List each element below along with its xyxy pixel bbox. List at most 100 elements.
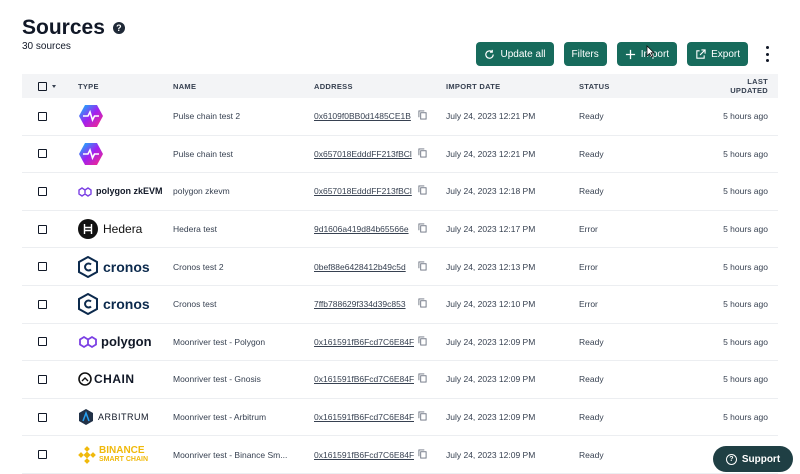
name-cell: Cronos test: [173, 299, 217, 310]
row-checkbox[interactable]: [38, 111, 47, 121]
polygon-logo: polygon: [78, 328, 173, 356]
address-link[interactable]: 0x161591fB6Fcd7C6E84F: [314, 374, 414, 384]
row-checkbox[interactable]: [38, 186, 47, 196]
import-date-cell: July 24, 2023 12:09 PM: [446, 412, 536, 423]
page-title: Sources ?: [22, 16, 125, 40]
gnosis-chain-logo: CHAIN: [78, 365, 173, 393]
row-checkbox[interactable]: [38, 224, 47, 234]
copy-icon[interactable]: [418, 223, 427, 235]
table-row[interactable]: polygon Moonriver test - Polygon 0x161591f…: [22, 324, 778, 362]
copy-icon[interactable]: [418, 449, 427, 461]
column-type[interactable]: TYPE: [78, 82, 173, 91]
type-logo-label: BINANCE SMART CHAIN: [99, 444, 148, 463]
more-options-icon[interactable]: [762, 46, 772, 62]
refresh-icon: [485, 49, 495, 59]
import-date-cell: July 24, 2023 12:13 PM: [446, 261, 536, 272]
plus-icon: [625, 49, 635, 59]
row-checkbox[interactable]: [38, 262, 47, 272]
row-select: [22, 337, 78, 347]
column-import-date[interactable]: IMPORT DATE: [446, 82, 579, 91]
table-row[interactable]: ARBITRUM Moonriver test - Arbitrum 0x16159…: [22, 399, 778, 437]
type-logo-label: ARBITRUM: [98, 412, 149, 423]
row-checkbox[interactable]: [38, 299, 47, 309]
address-link[interactable]: 0x161591fB6Fcd7C6E84F: [314, 450, 414, 460]
address-link[interactable]: 0x161591fB6Fcd7C6E84F: [314, 337, 414, 347]
name-cell: polygon zkevm: [173, 186, 230, 197]
copy-icon[interactable]: [418, 336, 427, 348]
row-checkbox[interactable]: [38, 337, 47, 347]
type-logo-label: Hedera: [103, 222, 143, 237]
copy-icon[interactable]: [418, 298, 427, 310]
import-date-cell: July 24, 2023 12:17 PM: [446, 224, 536, 235]
table-row[interactable]: cronos Cronos test 2 0bef88e6428412b49c5d J…: [22, 248, 778, 286]
type-cell: polygon zkEVM: [78, 177, 173, 205]
type-cell: CHAIN: [78, 365, 173, 393]
address-cell: 0x161591fB6Fcd7C6E84F: [314, 411, 446, 423]
address-link[interactable]: 0x657018EdddFF213fBCl: [314, 149, 414, 159]
copy-icon[interactable]: [418, 261, 427, 273]
table-row[interactable]: Pulse chain test 2 0x6109f0BB0d1485CE1B Ju…: [22, 98, 778, 136]
address-cell: 0x657018EdddFF213fBCl: [314, 148, 446, 160]
address-link[interactable]: 0x161591fB6Fcd7C6E84F: [314, 412, 414, 422]
last-updated-cell: 5 hours ago: [723, 148, 768, 159]
import-date-cell: July 24, 2023 12:21 PM: [446, 148, 536, 159]
export-button[interactable]: Export: [687, 42, 748, 66]
table-row[interactable]: BINANCE SMART CHAIN Moonriver test - Binan…: [22, 436, 778, 474]
help-icon[interactable]: ?: [112, 22, 125, 34]
pulsechain-logo: [78, 102, 173, 130]
column-name[interactable]: NAME: [173, 82, 314, 91]
address-link[interactable]: 7ffb788629f334d39c853: [314, 299, 414, 309]
table-row[interactable]: CHAIN Moonriver test - Gnosis 0x161591fB6F…: [22, 361, 778, 399]
select-all[interactable]: [22, 81, 78, 91]
status-cell: Error: [579, 224, 598, 235]
address-link[interactable]: 0x6109f0BB0d1485CE1B: [314, 111, 414, 121]
sources-table: TYPE NAME ADDRESS IMPORT DATE STATUS LAS…: [22, 74, 778, 474]
address-link[interactable]: 0bef88e6428412b49c5d: [314, 262, 414, 272]
address-cell: 9d1606a419d84b65566e: [314, 223, 446, 235]
table-body: Pulse chain test 2 0x6109f0BB0d1485CE1B Ju…: [22, 98, 778, 474]
address-cell: 0bef88e6428412b49c5d: [314, 261, 446, 273]
filters-button[interactable]: Filters: [563, 42, 607, 66]
row-checkbox[interactable]: [38, 149, 47, 159]
chevron-down-icon[interactable]: [52, 84, 56, 88]
column-address[interactable]: ADDRESS: [314, 82, 446, 91]
table-row[interactable]: Pulse chain test 0x657018EdddFF213fBCl Jul…: [22, 136, 778, 174]
last-updated-cell: 5 hours ago: [723, 186, 768, 197]
copy-icon[interactable]: [418, 373, 427, 385]
row-checkbox[interactable]: [38, 374, 47, 384]
table-row[interactable]: polygon zkEVM polygon zkevm 0x657018EdddFF…: [22, 173, 778, 211]
polygon-zkevm-logo: polygon zkEVM: [78, 177, 173, 205]
import-date-cell: July 24, 2023 12:18 PM: [446, 186, 536, 197]
support-label: Support: [741, 453, 781, 465]
column-status[interactable]: STATUS: [579, 82, 711, 91]
hedera-logo: Hedera: [78, 215, 173, 243]
import-date-cell: July 24, 2023 12:10 PM: [446, 299, 536, 310]
select-all-checkbox[interactable]: [38, 81, 47, 91]
row-select: [22, 412, 78, 422]
copy-icon[interactable]: [418, 110, 427, 122]
type-cell: Hedera: [78, 215, 173, 243]
row-checkbox[interactable]: [38, 412, 47, 422]
filters-label: Filters: [571, 48, 599, 60]
row-select: [22, 262, 78, 272]
address-cell: 0x161591fB6Fcd7C6E84F: [314, 336, 446, 348]
table-row[interactable]: Hedera Hedera test 9d1606a419d84b65566e Jul…: [22, 211, 778, 249]
type-cell: cronos: [78, 253, 173, 281]
table-row[interactable]: cronos Cronos test 7ffb788629f334d39c853 Ju…: [22, 286, 778, 324]
copy-icon[interactable]: [418, 185, 427, 197]
copy-icon[interactable]: [418, 148, 427, 160]
address-link[interactable]: 0x657018EdddFF213fBCl: [314, 186, 414, 196]
row-checkbox[interactable]: [38, 450, 47, 460]
address-link[interactable]: 9d1606a419d84b65566e: [314, 224, 414, 234]
address-cell: 0x657018EdddFF213fBCl: [314, 185, 446, 197]
copy-icon[interactable]: [418, 411, 427, 423]
name-cell: Hedera test: [173, 224, 217, 235]
type-logo-label: polygon zkEVM: [96, 186, 163, 197]
support-button[interactable]: ? Support: [713, 446, 793, 472]
column-last-updated[interactable]: LAST UPDATED: [711, 77, 778, 95]
arbitrum-logo: ARBITRUM: [78, 403, 173, 431]
update-all-button[interactable]: Update all: [476, 42, 554, 66]
import-date-cell: July 24, 2023 12:09 PM: [446, 449, 536, 460]
toolbar: Update all Filters Import Export: [476, 42, 772, 66]
table-header: TYPE NAME ADDRESS IMPORT DATE STATUS LAS…: [22, 74, 778, 98]
